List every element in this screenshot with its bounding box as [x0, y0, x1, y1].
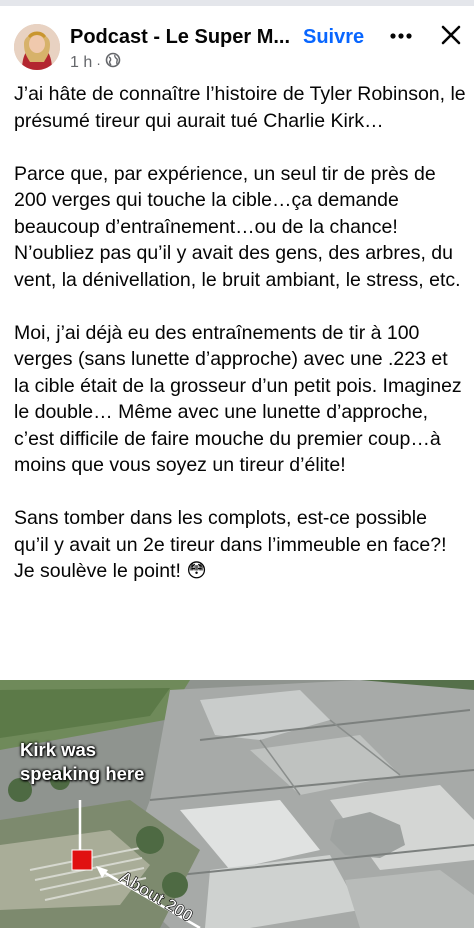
post-text: J’ai hâte de connaître l’histoire de Tyl…	[14, 81, 466, 585]
location-marker	[71, 849, 93, 871]
post-meta: 1 h ·	[70, 52, 121, 73]
post-paragraph: Moi, j’ai déjà eu des entraînements de t…	[14, 321, 462, 477]
photo-caption-line: speaking here	[20, 763, 145, 784]
post-paragraph: Sans tomber dans les complots, est-ce po…	[14, 507, 447, 582]
post-time[interactable]: 1 h	[70, 54, 92, 72]
close-button[interactable]	[436, 20, 466, 50]
follow-button[interactable]: Suivre	[303, 26, 364, 49]
globe-icon	[105, 52, 121, 73]
close-icon	[441, 25, 461, 45]
post-paragraph: Parce que, par expérience, un seul tir d…	[14, 162, 461, 291]
more-horizontal-icon	[390, 33, 412, 39]
post-paragraph: J’ai hâte de connaître l’histoire de Tyl…	[14, 83, 466, 132]
aerial-campus-image: About 200	[0, 680, 474, 928]
author-name[interactable]: Podcast - Le Super M...	[70, 26, 290, 49]
post-header: Podcast - Le Super M... Suivre 1 h ·	[0, 12, 474, 76]
page-avatar[interactable]	[14, 24, 60, 70]
more-options-button[interactable]	[386, 24, 416, 48]
top-divider	[0, 0, 474, 6]
photo-caption-line: Kirk was	[20, 739, 97, 760]
photo-caption-label: Kirk was speaking here	[20, 738, 144, 786]
post-photo[interactable]: About 200 Kirk was speaking here	[0, 680, 474, 928]
meta-separator: ·	[96, 54, 101, 71]
